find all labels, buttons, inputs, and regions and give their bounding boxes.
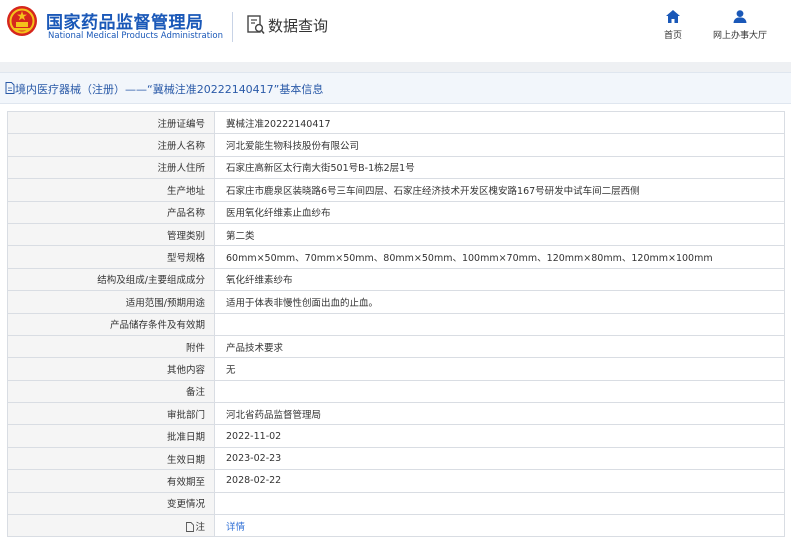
document-icon <box>5 82 15 94</box>
table-row: 备注 <box>7 379 785 404</box>
table-row: 型号规格 60mm×50mm、70mm×50mm、80mm×50mm、100mm×… <box>7 245 785 269</box>
row-value: 2028-02-22 <box>214 469 785 493</box>
row-value: 2023-02-23 <box>214 446 785 471</box>
table-row: 生产地址 石家庄市鹿泉区装晓路6号三车间四层、石家庄经济技术开发区槐安路167号研… <box>7 178 785 202</box>
table-row: 注 详情 <box>7 514 785 538</box>
row-value: 河北爱能生物科技股份有限公司 <box>214 133 785 157</box>
section-title: 境内医疗器械（注册）——“冀械注准20222140417”基本信息 <box>15 83 324 96</box>
table-row: 其他内容无 <box>7 357 785 381</box>
home-icon <box>666 10 680 23</box>
table-row: 产品储存条件及有效期 <box>7 312 785 336</box>
row-label: 有效期至 <box>7 469 215 493</box>
nav-home-label: 首页 <box>663 31 682 41</box>
data-query-label[interactable]: 数据查询 <box>268 15 328 36</box>
row-label: 产品储存条件及有效期 <box>7 312 215 336</box>
row-value: 第二类 <box>214 222 785 247</box>
row-label: 注册人名称 <box>7 133 215 157</box>
row-label: 审批部门 <box>7 402 215 426</box>
row-value: 石家庄市鹿泉区装晓路6号三车间四层、石家庄经济技术开发区槐安路167号研发中试车… <box>214 178 785 202</box>
row-label: 生产地址 <box>7 178 215 202</box>
row-label: 其他内容 <box>7 357 215 381</box>
table-row: 适用范围/预期用途 适用于体表非慢性创面出血的止血。 <box>7 290 785 314</box>
site-header: 国家药品监督管理局 National Medical Products Admi… <box>0 0 791 62</box>
national-emblem-icon <box>7 6 37 36</box>
table-row: 附件 产品技术要求 <box>7 334 785 359</box>
row-value: 无 <box>214 357 785 381</box>
table-row: 管理类别 第二类 <box>7 222 785 247</box>
table-row: 注册证编号 冀械注准20222140417 <box>7 110 785 135</box>
row-value: 石家庄高新区太行南大街501号B-1栋2层1号 <box>214 155 785 180</box>
row-value: 产品技术要求 <box>214 334 785 359</box>
row-label-note: 注 <box>7 514 215 538</box>
table-row: 变更情况 <box>7 491 785 516</box>
row-value: 适用于体表非慢性创面出血的止血。 <box>214 290 785 314</box>
registration-info-table: 注册证编号 冀械注准20222140417 注册人名称 河北爱能生物科技股份有限公司… <box>7 110 785 538</box>
row-label: 批准日期 <box>7 424 215 448</box>
table-row: 批准日期 2022-11-02 <box>7 424 785 448</box>
row-label: 生效日期 <box>7 446 215 471</box>
row-value: 医用氧化纤维素止血纱布 <box>214 200 785 224</box>
table-row: 产品名称 医用氧化纤维素止血纱布 <box>7 200 785 224</box>
table-row: 注册人名称 河北爱能生物科技股份有限公司 <box>7 133 785 157</box>
row-value: 详情 <box>214 514 785 538</box>
row-value: 氧化纤维素纱布 <box>214 267 785 292</box>
row-label: 注 <box>195 521 205 533</box>
row-value: 河北省药品监督管理局 <box>214 402 785 426</box>
document-search-icon <box>247 15 265 35</box>
row-label: 附件 <box>7 334 215 359</box>
row-label: 适用范围/预期用途 <box>7 290 215 314</box>
row-value: 冀械注准20222140417 <box>214 110 785 135</box>
header-separator-band <box>0 62 791 72</box>
row-label: 产品名称 <box>7 200 215 224</box>
row-value <box>214 312 785 336</box>
user-icon <box>733 10 747 23</box>
row-label: 注册人住所 <box>7 155 215 180</box>
row-value <box>214 379 785 404</box>
row-label: 注册证编号 <box>7 110 215 135</box>
table-row: 生效日期 2023-02-23 <box>7 446 785 471</box>
row-value: 60mm×50mm、70mm×50mm、80mm×50mm、100mm×70mm… <box>214 245 785 269</box>
site-title-english: National Medical Products Administration <box>48 31 223 41</box>
row-value <box>214 491 785 516</box>
row-label: 结构及组成/主要组成成分 <box>7 267 215 292</box>
row-label: 管理类别 <box>7 222 215 247</box>
row-value: 2022-11-02 <box>214 424 785 448</box>
row-label: 备注 <box>7 379 215 404</box>
header-divider <box>232 12 233 42</box>
nav-online-hall[interactable]: 网上办事大厅 <box>707 10 773 41</box>
table-row: 有效期至 2028-02-22 <box>7 469 785 493</box>
section-titlebar: 境内医疗器械（注册）——“冀械注准20222140417”基本信息 <box>0 72 791 104</box>
nav-home[interactable]: 首页 <box>658 10 688 41</box>
document-icon <box>186 521 195 532</box>
table-row: 注册人住所 石家庄高新区太行南大街501号B-1栋2层1号 <box>7 155 785 180</box>
details-link[interactable]: 详情 <box>226 522 245 533</box>
site-title: 国家药品监督管理局 <box>46 13 204 33</box>
table-row: 结构及组成/主要组成成分 氧化纤维素纱布 <box>7 267 785 292</box>
nav-hall-label: 网上办事大厅 <box>712 31 767 41</box>
row-label: 变更情况 <box>7 491 215 516</box>
table-row: 审批部门 河北省药品监督管理局 <box>7 402 785 426</box>
row-label: 型号规格 <box>7 245 215 269</box>
